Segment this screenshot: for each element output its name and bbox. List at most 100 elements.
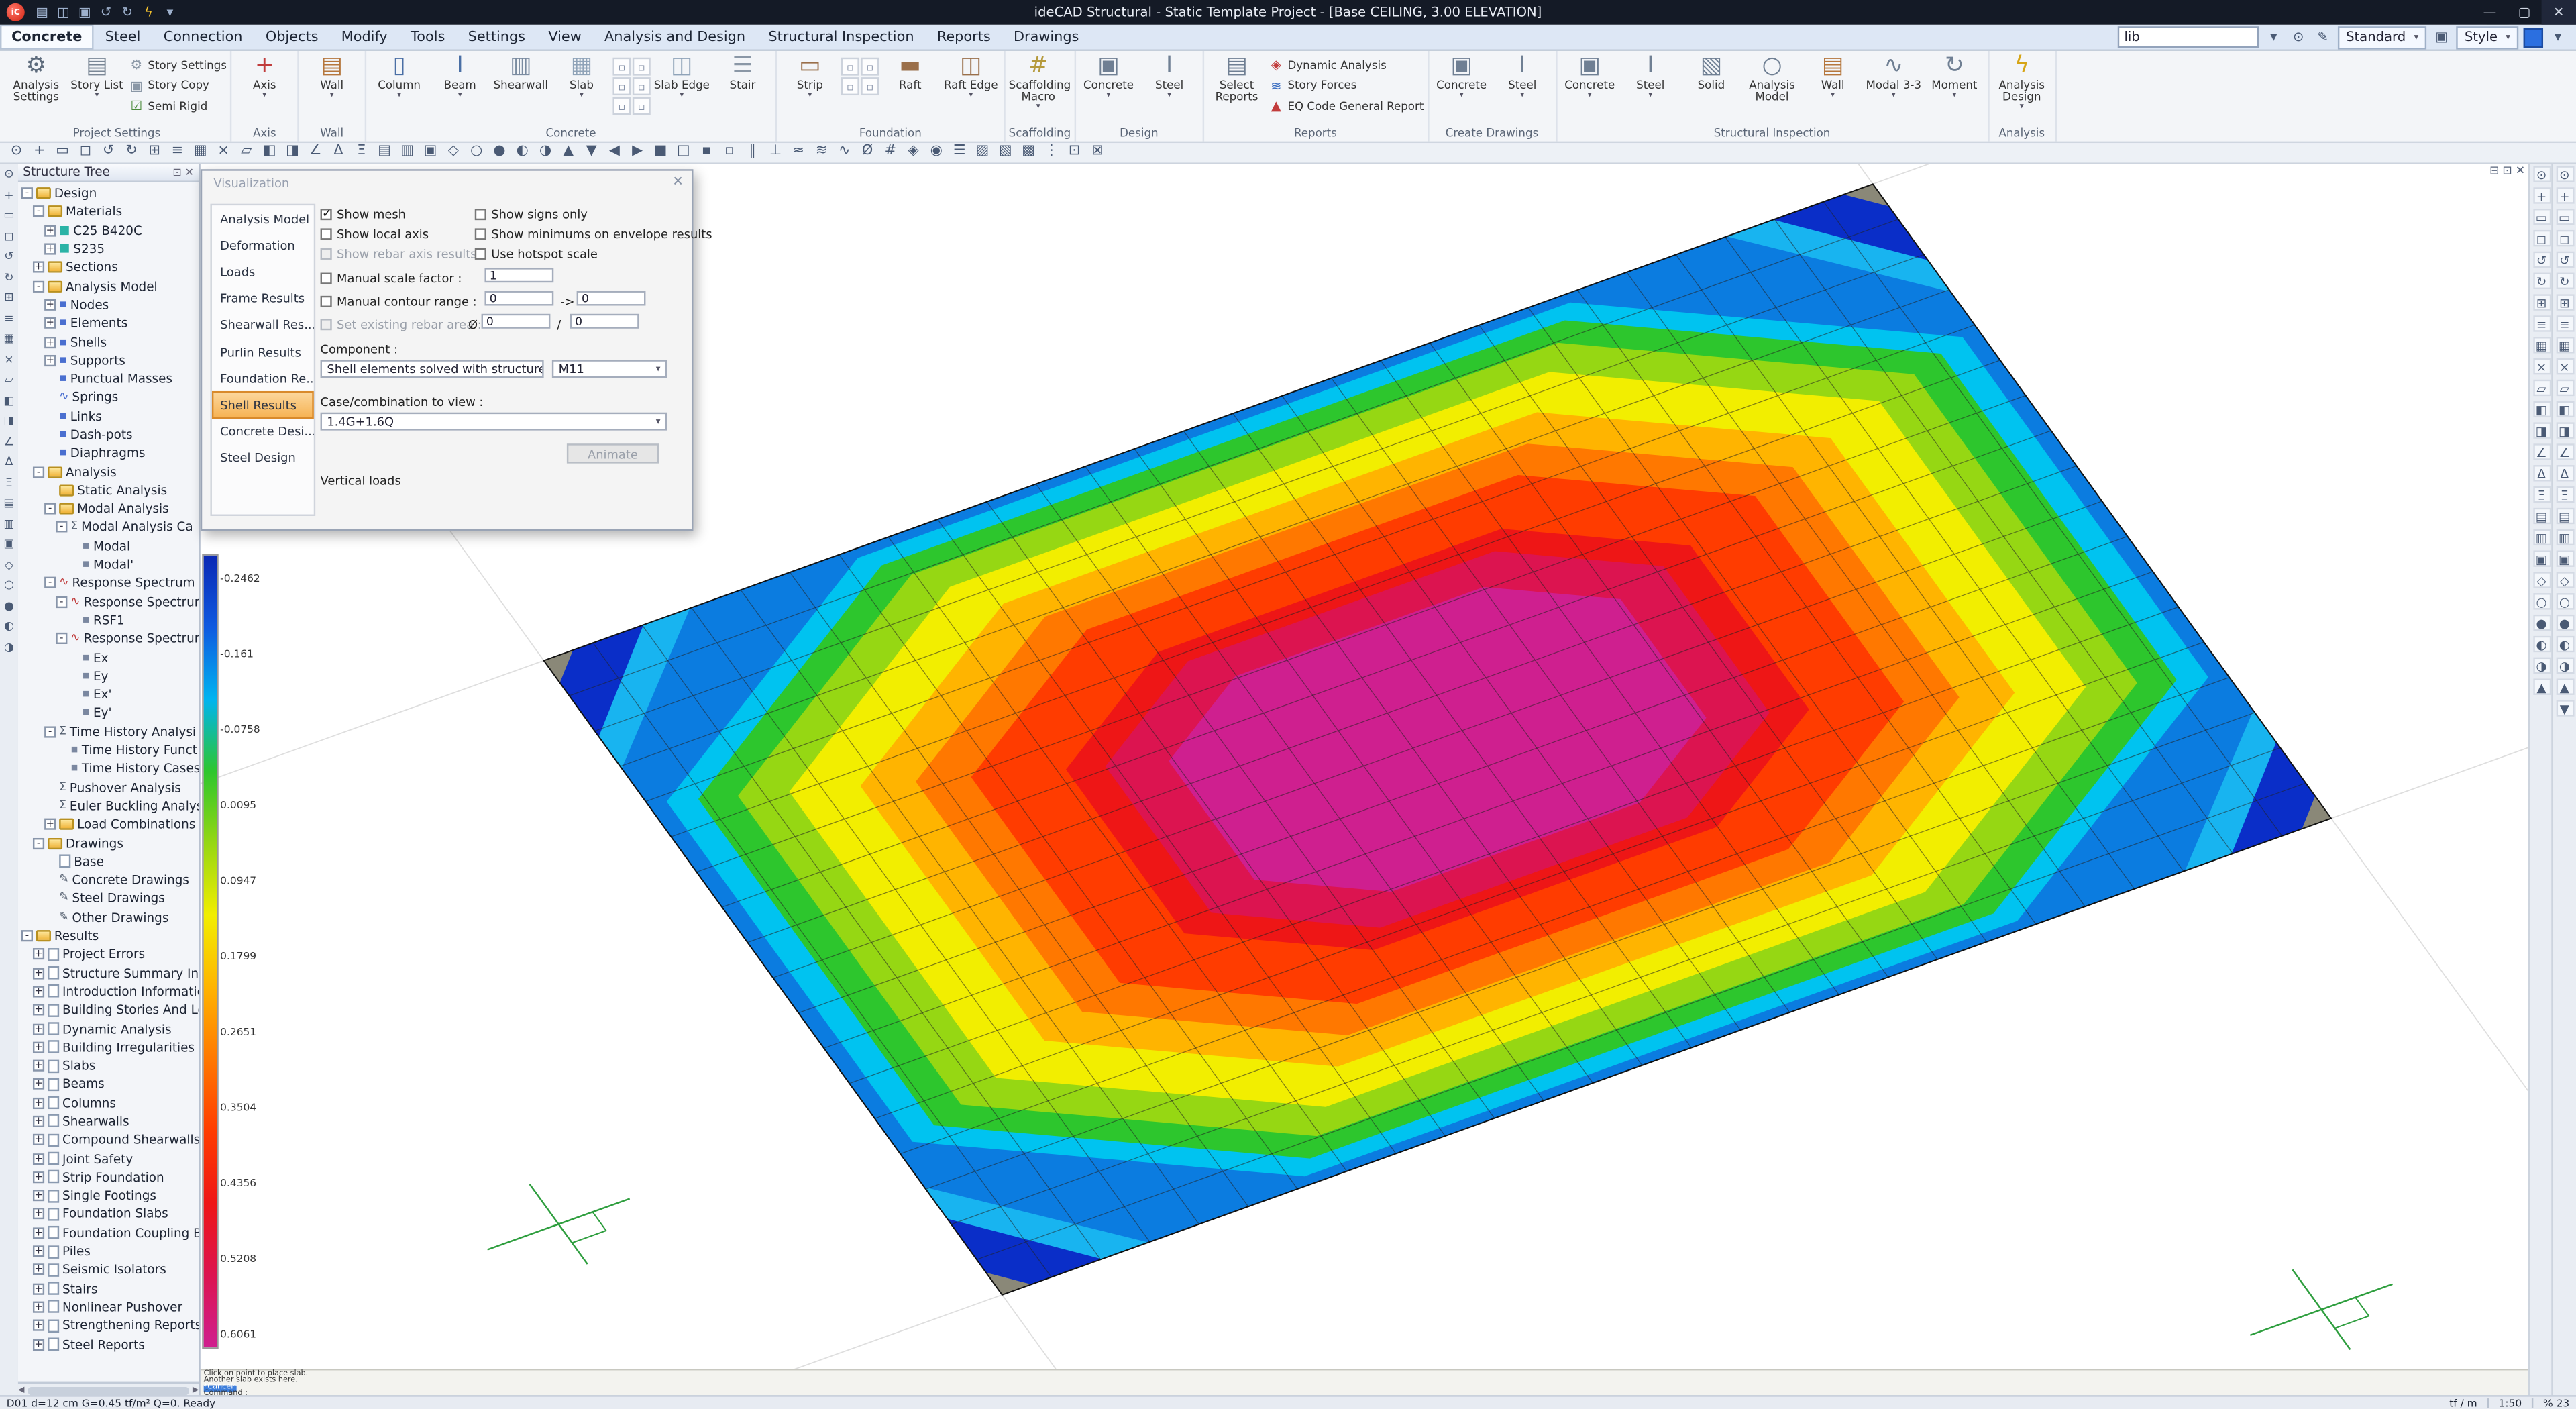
tree-item-modal[interactable]: ▪Modal' [18, 556, 199, 574]
tree-item-nonlinear-pushover[interactable]: +Nonlinear Pushover [18, 1298, 199, 1316]
menu-drawings[interactable]: Drawings [1002, 25, 1091, 50]
pin-icon[interactable]: ⊡ [172, 165, 181, 178]
tree-item-shearwalls[interactable]: +Shearwalls [18, 1112, 199, 1131]
zoom-indicator[interactable]: % 23 [2543, 1398, 2569, 1409]
tree-item-strengthening-reports[interactable]: +Strengthening Reports [18, 1316, 199, 1335]
loads-toggle-icon[interactable]: ◇ [2555, 572, 2573, 588]
tree-item-seismic-isolators[interactable]: +Seismic Isolators [18, 1261, 199, 1280]
expand-icon[interactable]: + [33, 1320, 44, 1331]
explode-icon[interactable]: ≋ [810, 140, 833, 162]
tree-item-rsf1[interactable]: ▪RSF1 [18, 611, 199, 630]
tree-item-building-stories-and-lo[interactable]: +Building Stories And Lo [18, 1001, 199, 1020]
save-icon[interactable]: ▣ [74, 3, 95, 22]
tree-item-steel-drawings[interactable]: ✎Steel Drawings [18, 890, 199, 908]
foundation-tool-icon[interactable]: ▫ [841, 58, 859, 76]
expand-icon[interactable]: + [33, 1171, 44, 1183]
case-combination-select[interactable]: 1.4G+1.6Q▾ [321, 413, 667, 431]
show-mesh-checkbox[interactable]: Show mesh [321, 207, 406, 222]
wall-button[interactable]: ▤Wall▾ [1803, 51, 1862, 99]
undo-titlebar-icon[interactable]: ↺ [95, 3, 117, 22]
expand-icon[interactable]: + [33, 262, 44, 273]
tree-item-time-history-funct[interactable]: ▪Time History Funct [18, 741, 199, 760]
slab-tool-icon[interactable]: ▫ [633, 58, 651, 76]
beam-tool-icon[interactable]: ◻ [1, 227, 17, 244]
redo-icon[interactable]: ◈ [902, 140, 924, 162]
wall-tool-icon[interactable]: ↺ [1, 248, 17, 264]
contour-toggle-icon[interactable]: ◐ [2555, 636, 2573, 652]
new-file-icon[interactable]: ▤ [32, 3, 53, 22]
chart-icon[interactable]: ▦ [2532, 337, 2551, 353]
export-dxf-icon[interactable]: ↺ [2532, 252, 2551, 268]
analysis-model-button[interactable]: ○Analysis Model [1742, 51, 1801, 104]
slab-tool-icon[interactable]: ▫ [612, 77, 631, 95]
clip-plane-icon[interactable]: ▦ [2555, 337, 2573, 353]
expand-icon[interactable]: + [44, 299, 56, 311]
concrete-button[interactable]: ▣Concrete▾ [1560, 51, 1619, 99]
diaphragm-tool-icon[interactable]: Ξ [1, 474, 17, 490]
group-icon[interactable]: ∿ [833, 140, 856, 162]
tree-item-euler-buckling-analys[interactable]: ΣEuler Buckling Analys [18, 796, 199, 815]
tree-item-sections[interactable]: +Sections [18, 258, 199, 277]
slab-button[interactable]: ▦Slab▾ [552, 51, 611, 99]
menu-steel[interactable]: Steel [93, 25, 152, 50]
shade-icon[interactable]: × [2555, 358, 2573, 374]
dialog-tab-loads[interactable]: Loads [212, 258, 314, 285]
load-tool-icon[interactable]: ◧ [1, 392, 17, 408]
collapse-icon[interactable]: - [21, 188, 33, 199]
refresh-view-icon[interactable]: Δ [2532, 465, 2551, 481]
wireframe-icon[interactable]: ▱ [2555, 380, 2573, 396]
settings-tool-icon[interactable]: ◑ [1, 638, 17, 654]
shearwall-button[interactable]: ▥Shearwall [491, 51, 550, 93]
expand-icon[interactable]: + [33, 1004, 44, 1016]
close-icon[interactable]: ✕ [185, 165, 194, 178]
show-local-axis-checkbox[interactable]: Show local axis [321, 227, 429, 242]
scroll-left-icon[interactable]: ◀ [18, 1385, 24, 1395]
collapse-icon[interactable]: - [56, 522, 67, 533]
support-tool-icon[interactable]: ▱ [1, 371, 17, 387]
semi-rigid-button[interactable]: ☑Semi Rigid [128, 97, 227, 115]
dimension-tool-icon[interactable]: ◇ [1, 556, 17, 572]
minimize-button[interactable]: — [2473, 0, 2507, 25]
scaffolding-macro-button[interactable]: #Scaffolding Macro▾ [1009, 51, 1068, 111]
tree-item-response-spectrum[interactable]: -∿Response Spectrum [18, 574, 199, 592]
redo-titlebar-icon[interactable]: ↻ [117, 3, 138, 22]
tree-item-materials[interactable]: -Materials [18, 203, 199, 221]
visualization-dialog[interactable]: Visualization ✕ Analysis ModelDeformatio… [201, 169, 694, 531]
tree-item-punctual-masses[interactable]: ▪Punctual Masses [18, 370, 199, 388]
deform-toggle-icon[interactable]: ◑ [2555, 658, 2573, 674]
mdi-close-icon[interactable]: ✕ [2516, 164, 2525, 178]
expand-icon[interactable]: + [33, 1264, 44, 1275]
tree-item-joint-safety[interactable]: +Joint Safety [18, 1149, 199, 1168]
customize-icon[interactable]: ▾ [160, 3, 181, 22]
fit-page-icon[interactable]: ▤ [2532, 508, 2551, 524]
raft-edge-button[interactable]: ◫Raft Edge▾ [941, 51, 1000, 99]
tree-item-response-spectrur[interactable]: -∿Response Spectrur [18, 629, 199, 648]
tree-item-other-drawings[interactable]: ✎Other Drawings [18, 908, 199, 927]
perspective-icon[interactable]: ↺ [2555, 252, 2573, 268]
unit-indicator[interactable]: tf / m [2449, 1398, 2477, 1409]
solid-button[interactable]: ▧Solid [1682, 51, 1741, 93]
steel-button[interactable]: ISteel▾ [1493, 51, 1552, 99]
lasso-icon[interactable]: ↻ [120, 140, 143, 162]
paint-icon[interactable]: ☰ [948, 140, 971, 162]
view-side-icon[interactable]: ▭ [2555, 209, 2573, 225]
axis-button[interactable]: +Axis▾ [235, 51, 294, 99]
expand-icon[interactable]: + [33, 1208, 44, 1220]
tree-item-pushover-analysis[interactable]: ΣPushover Analysis [18, 778, 199, 797]
collapse-icon[interactable]: - [44, 503, 56, 515]
link-tool-icon[interactable]: Δ [1, 454, 17, 470]
camera-tool-icon[interactable]: ◐ [1, 618, 17, 634]
tree-item-modal-analysis[interactable]: -Modal Analysis [18, 500, 199, 519]
collapse-icon[interactable]: - [33, 466, 44, 478]
tree-item-shells[interactable]: +▪Shells [18, 333, 199, 352]
steel-button[interactable]: ISteel▾ [1621, 51, 1680, 99]
expand-icon[interactable]: + [33, 967, 44, 978]
foundation-tool-icon[interactable]: ▫ [861, 58, 879, 76]
tree-item-building-irregularities-a[interactable]: +Building Irregularities A [18, 1038, 199, 1057]
expand-icon[interactable]: + [33, 1245, 44, 1257]
mdi-minimize-icon[interactable]: ⊟ [2489, 164, 2499, 178]
compare-icon[interactable]: ◨ [2532, 422, 2551, 438]
manual-scale-input[interactable]: 1 [484, 268, 553, 282]
print-icon[interactable]: + [2532, 187, 2551, 203]
redraw-icon[interactable]: ◻ [74, 140, 97, 162]
